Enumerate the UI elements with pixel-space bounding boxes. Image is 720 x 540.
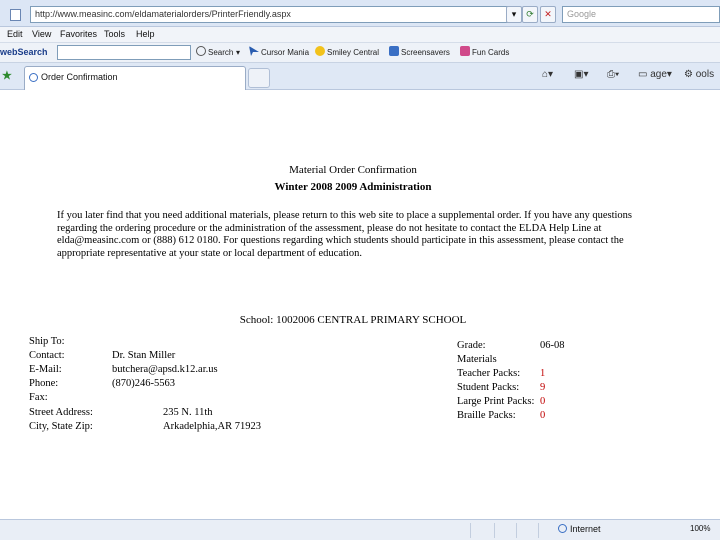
tab-order-confirmation[interactable]: Order Confirmation bbox=[24, 66, 246, 90]
street-value: 235 N. 11th bbox=[163, 407, 213, 418]
braille-packs-value: 0 bbox=[540, 410, 546, 421]
live-search-input[interactable]: Google bbox=[562, 6, 720, 23]
page-icon bbox=[10, 9, 21, 21]
status-bar: Internet 100% bbox=[0, 519, 720, 540]
status-divider bbox=[516, 523, 517, 538]
ship-to-label: Ship To: bbox=[29, 336, 65, 347]
tab-bar: ★ Order Confirmation ⌂▾ ▣▾ ⎙▾ ▭ age▾ ⚙ o… bbox=[0, 63, 720, 90]
page-menu[interactable]: ▭ age▾ bbox=[638, 69, 672, 80]
menu-help[interactable]: Help bbox=[136, 29, 155, 39]
address-bar-row: http://www.measinc.com/eldamaterialorder… bbox=[0, 0, 720, 27]
zoom-level[interactable]: 100% bbox=[690, 524, 710, 533]
grade-value: 06-08 bbox=[540, 340, 565, 351]
new-tab-button[interactable] bbox=[248, 68, 270, 88]
toolbar-cursor-mania[interactable]: Cursor Mania bbox=[249, 46, 309, 60]
street-label: Street Address: bbox=[29, 407, 93, 418]
page-title: Material Order Confirmation bbox=[289, 164, 417, 176]
large-print-packs-label: Large Print Packs: bbox=[457, 396, 535, 407]
email-value: butchera@apsd.k12.ar.us bbox=[112, 364, 218, 375]
materials-label: Materials bbox=[457, 354, 497, 365]
contact-value: Dr. Stan Miller bbox=[112, 350, 176, 361]
toolbar-smiley-central[interactable]: Smiley Central bbox=[315, 46, 379, 60]
menu-edit[interactable]: Edit bbox=[7, 29, 23, 39]
monitor-icon bbox=[389, 46, 399, 56]
status-divider bbox=[538, 523, 539, 538]
student-packs-label: Student Packs: bbox=[457, 382, 520, 393]
toolbar-screensavers[interactable]: Screensavers bbox=[389, 46, 450, 60]
status-divider bbox=[470, 523, 471, 538]
phone-value: (870)246-5563 bbox=[112, 378, 175, 389]
card-icon bbox=[460, 46, 470, 56]
smiley-icon bbox=[315, 46, 325, 56]
contact-label: Contact: bbox=[29, 350, 65, 361]
cursor-icon bbox=[249, 46, 259, 56]
toolbar-search-dropdown[interactable]: ▾ bbox=[236, 46, 240, 60]
address-dropdown-icon[interactable]: ▾ bbox=[506, 6, 522, 23]
city-label: City, State Zip: bbox=[29, 421, 93, 432]
menu-favorites[interactable]: Favorites bbox=[60, 29, 97, 39]
magnifier-icon bbox=[196, 46, 206, 56]
teacher-packs-label: Teacher Packs: bbox=[457, 368, 521, 379]
teacher-packs-value: 1 bbox=[540, 368, 546, 379]
security-zone: Internet bbox=[558, 524, 601, 534]
grade-label: Grade: bbox=[457, 340, 486, 351]
braille-packs-label: Braille Packs: bbox=[457, 410, 516, 421]
refresh-icon[interactable]: ⟳ bbox=[522, 6, 538, 23]
menu-bar: Edit View Favorites Tools Help bbox=[0, 27, 720, 43]
tools-menu[interactable]: ⚙ ools bbox=[684, 69, 714, 80]
feeds-icon[interactable]: ▣▾ bbox=[574, 69, 588, 80]
menu-view[interactable]: View bbox=[32, 29, 51, 39]
toolbar-search-button[interactable]: Search bbox=[196, 46, 233, 60]
favorites-star-icon[interactable]: ★ bbox=[2, 69, 12, 82]
stop-icon[interactable]: ✕ bbox=[540, 6, 556, 23]
home-icon[interactable]: ⌂▾ bbox=[542, 69, 553, 80]
school-heading: School: 1002006 CENTRAL PRIMARY SCHOOL bbox=[239, 314, 467, 326]
toolbar-brand: webSearch bbox=[0, 47, 48, 57]
fax-label: Fax: bbox=[29, 392, 48, 403]
address-input[interactable]: http://www.measinc.com/eldamaterialorder… bbox=[30, 6, 518, 23]
ie-page-icon bbox=[29, 73, 38, 82]
phone-label: Phone: bbox=[29, 378, 59, 389]
websearch-toolbar: webSearch Search ▾ Cursor Mania Smiley C… bbox=[0, 43, 720, 63]
toolbar-fun-cards[interactable]: Fun Cards bbox=[460, 46, 509, 60]
print-icon[interactable]: ⎙▾ bbox=[607, 69, 619, 80]
globe-icon bbox=[558, 524, 567, 533]
toolbar-search-input[interactable] bbox=[57, 45, 191, 60]
page-icon-small: ▭ bbox=[638, 69, 648, 80]
city-value: Arkadelphia,AR 71923 bbox=[163, 421, 261, 432]
tab-title: Order Confirmation bbox=[41, 72, 118, 82]
email-label: E-Mail: bbox=[29, 364, 62, 375]
instructions-paragraph: If you later find that you need addition… bbox=[57, 210, 632, 259]
page-subtitle: Winter 2008 2009 Administration bbox=[274, 181, 432, 193]
large-print-packs-value: 0 bbox=[540, 396, 546, 407]
status-divider bbox=[494, 523, 495, 538]
student-packs-value: 9 bbox=[540, 382, 546, 393]
page-content: Material Order Confirmation Winter 2008 … bbox=[0, 91, 720, 519]
menu-tools[interactable]: Tools bbox=[104, 29, 125, 39]
gear-icon: ⚙ bbox=[684, 69, 693, 80]
